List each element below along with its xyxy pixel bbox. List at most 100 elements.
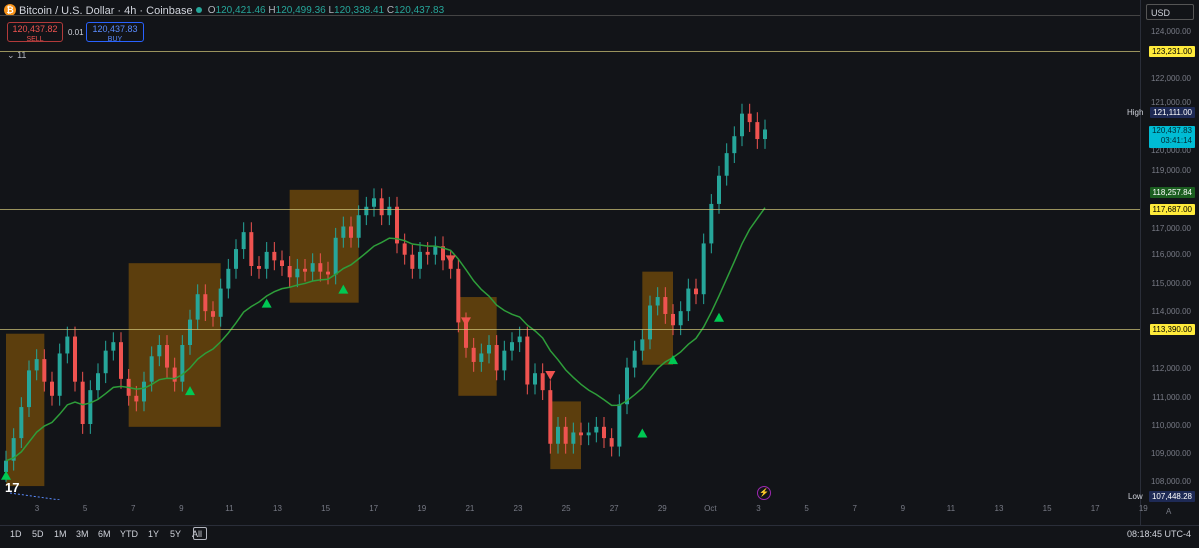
timeframe-button-ytd[interactable]: YTD <box>120 529 138 539</box>
price-tick: 124,000.00 <box>1150 27 1191 36</box>
candle-body <box>686 288 691 312</box>
date-range-icon[interactable] <box>193 527 207 540</box>
timeframe-button-1m[interactable]: 1M <box>54 529 67 539</box>
candle-body <box>50 381 54 396</box>
candle-body <box>333 237 338 275</box>
timeframe-button-3m[interactable]: 3M <box>76 529 89 539</box>
time-tick: 11 <box>225 504 234 513</box>
candle-body <box>671 313 675 326</box>
time-tick: 17 <box>369 504 379 513</box>
candle-body <box>563 426 568 444</box>
event-lightning-icon[interactable]: ⚡ <box>757 486 771 500</box>
time-tick: 17 <box>1090 504 1100 513</box>
candle-body <box>195 294 200 320</box>
band-zone <box>642 271 673 365</box>
timeframe-button-5d[interactable]: 5D <box>32 529 44 539</box>
time-tick: 29 <box>657 504 667 513</box>
time-tick: 7 <box>130 504 136 513</box>
time-tick: 7 <box>852 504 857 513</box>
level-price-tag[interactable]: 117,687.00 <box>1149 204 1195 215</box>
sell-signal-triangle <box>545 371 556 381</box>
price-tick: 121,000.00 <box>1150 98 1191 107</box>
candle-body <box>295 268 300 278</box>
tradingview-logo[interactable]: 17 <box>5 480 19 495</box>
clock[interactable]: 08:18:45 UTC-4 <box>1127 529 1191 539</box>
price-chart[interactable] <box>0 0 1140 500</box>
price-tick: 119,000.00 <box>1151 166 1191 175</box>
candle-body <box>740 113 744 137</box>
price-axis-border <box>1140 0 1141 525</box>
level-price-tag[interactable]: 113,390.00 <box>1149 324 1195 335</box>
candle-body <box>42 359 47 382</box>
time-tick: 15 <box>1042 504 1052 513</box>
candle-body <box>34 359 39 371</box>
level-line-3[interactable] <box>0 329 1140 330</box>
top-divider <box>0 15 1140 16</box>
level-line-2[interactable] <box>0 209 1140 210</box>
candle-body <box>310 263 315 272</box>
candle-body <box>157 345 162 357</box>
candle-body <box>203 294 208 312</box>
candle-body <box>755 122 760 140</box>
level-line-1[interactable] <box>0 51 1140 52</box>
buy-signal-triangle <box>714 312 724 322</box>
candle-body <box>663 297 668 314</box>
candle-body <box>280 260 284 267</box>
price-tick: 110,000.00 <box>1151 421 1191 430</box>
candle-body <box>303 268 307 272</box>
signal-markers <box>1 255 724 480</box>
candle-body <box>433 246 438 255</box>
candle-body <box>648 305 652 340</box>
time-tick: 5 <box>804 504 809 513</box>
buy-signal-triangle <box>637 428 648 438</box>
candle-body <box>4 460 8 472</box>
level-price-tag[interactable]: 123,231.00 <box>1148 46 1195 57</box>
candle-body <box>264 251 269 269</box>
auto-scale-icon[interactable]: A <box>1166 507 1171 516</box>
candle-body <box>494 345 499 371</box>
candle-body <box>678 311 683 326</box>
sell-signal-triangle <box>445 255 456 265</box>
candle-body <box>594 426 599 433</box>
candle-body <box>73 336 77 382</box>
candle-body <box>341 226 346 238</box>
candle-body <box>19 407 24 439</box>
time-tick: 21 <box>465 504 475 513</box>
candle-body <box>456 268 461 323</box>
candle-body <box>249 232 254 267</box>
candle-body <box>257 266 261 269</box>
low-price-tag: 107,448.28 <box>1148 491 1195 502</box>
time-tick: 11 <box>946 504 956 513</box>
candle-body <box>172 367 177 382</box>
candle-body <box>763 129 767 140</box>
timeframe-button-1d[interactable]: 1D <box>10 529 22 539</box>
high-price-tag: 121,111.00 <box>1150 107 1195 118</box>
candle-body <box>287 266 292 278</box>
timeframe-button-5y[interactable]: 5Y <box>170 529 181 539</box>
candle-body <box>502 350 507 371</box>
time-tick: 3 <box>756 504 761 513</box>
price-tick: 112,000.00 <box>1151 364 1191 373</box>
candle-body <box>65 336 70 354</box>
last-price-tag: 120,437.83 03:41:14 <box>1148 126 1195 148</box>
time-tick: 5 <box>82 504 88 513</box>
candle-body <box>379 198 384 216</box>
candle-body <box>556 426 560 444</box>
high-label: High <box>1127 108 1144 117</box>
time-tick: 19 <box>1138 504 1148 513</box>
price-tick: 116,000.00 <box>1151 250 1191 259</box>
price-tick: 117,000.00 <box>1151 224 1191 233</box>
time-tick: 25 <box>561 504 571 513</box>
candle-body <box>27 370 31 408</box>
candle-body <box>632 350 637 368</box>
bar-countdown: 03:41:14 <box>1160 136 1192 145</box>
candle-body <box>57 353 62 396</box>
candle-body <box>103 350 108 374</box>
timeframe-button-1y[interactable]: 1Y <box>148 529 159 539</box>
candle-body <box>356 215 361 238</box>
currency-selector[interactable]: USD <box>1146 4 1194 20</box>
candle-body <box>732 136 737 154</box>
candle-body <box>586 432 591 436</box>
price-tick: 111,000.00 <box>1152 393 1191 402</box>
timeframe-button-6m[interactable]: 6M <box>98 529 111 539</box>
